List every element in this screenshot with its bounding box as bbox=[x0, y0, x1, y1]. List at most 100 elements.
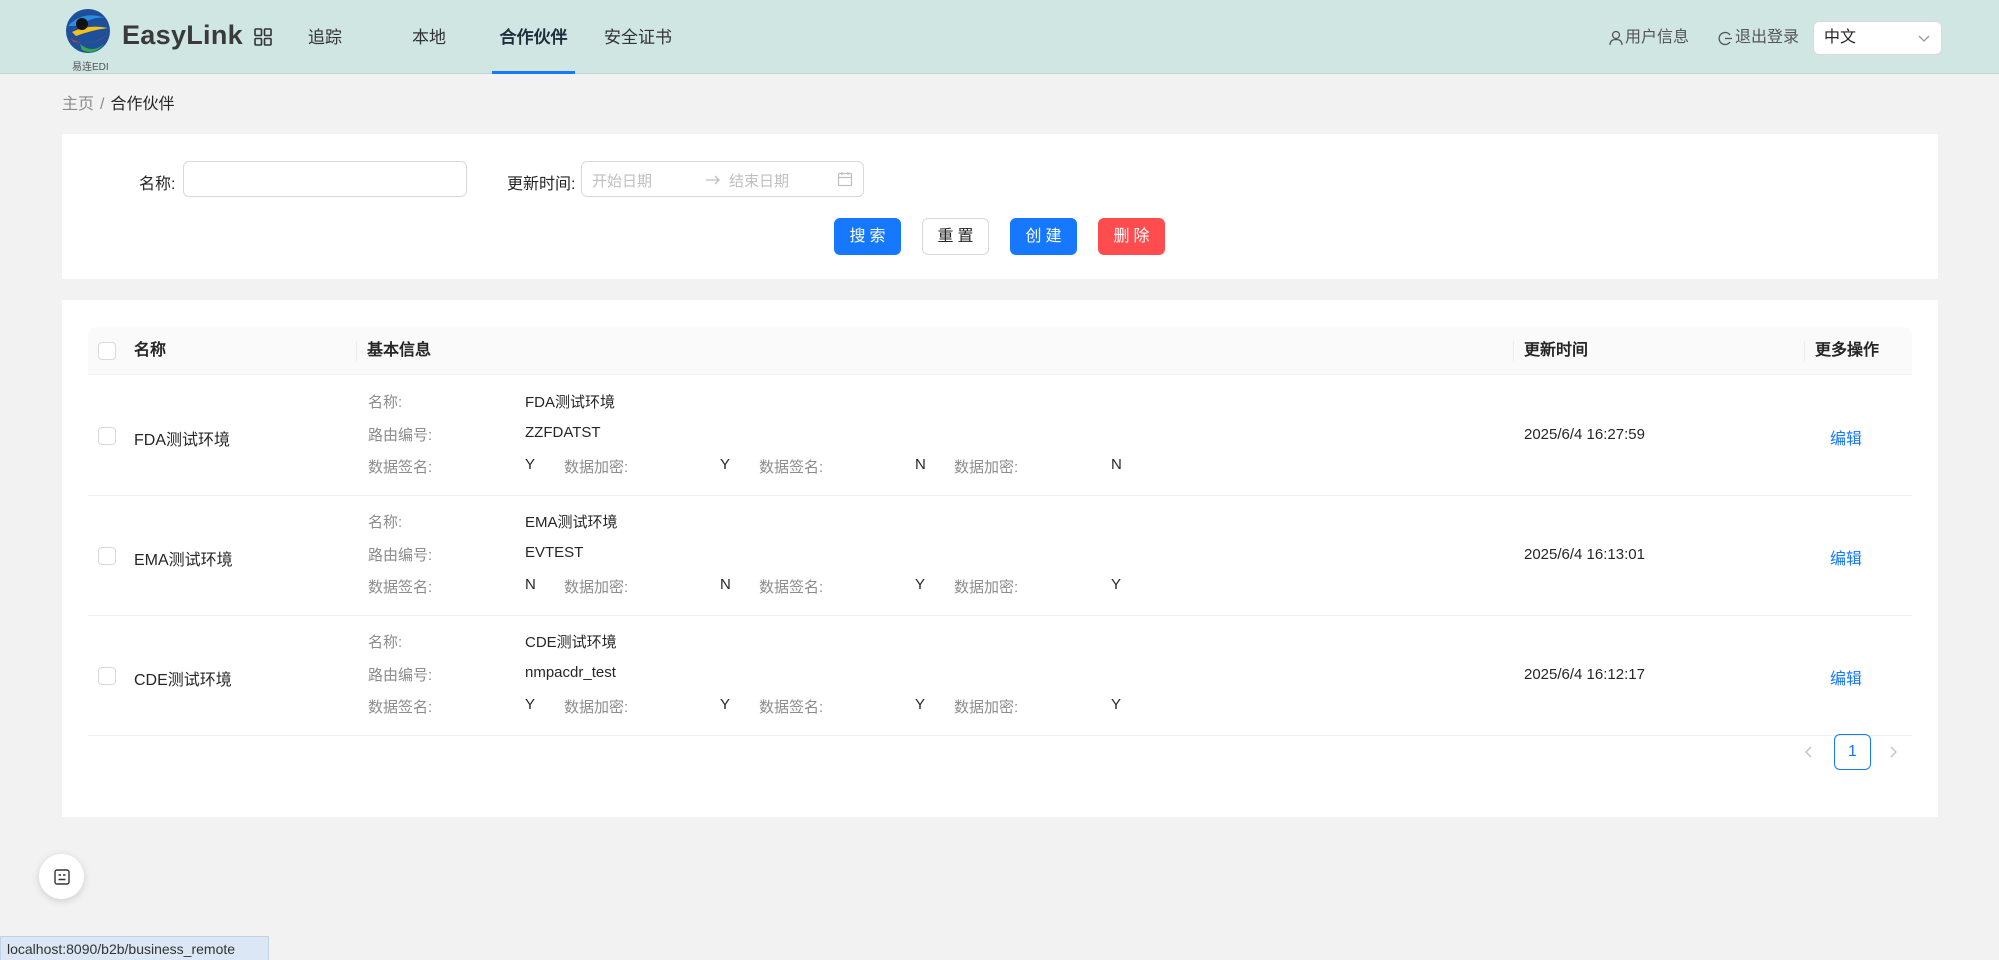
info-encrypt-label: 数据加密: bbox=[954, 699, 1019, 716]
info-sign-value: Y bbox=[525, 456, 536, 473]
nav-partners[interactable]: 合作伙伴 bbox=[492, 0, 575, 74]
info-encrypt-value: N bbox=[720, 576, 731, 593]
nav-local[interactable]: 本地 bbox=[404, 0, 454, 74]
top-header: EasyLink 易连EDI 追踪 本地 合作伙伴 安全证书 用户信息 退出登录… bbox=[0, 0, 1999, 74]
col-divider bbox=[356, 341, 357, 361]
partners-table-panel: 名称 基本信息 更新时间 更多操作 FDA测试环境 名称: FDA测试环境 路由… bbox=[62, 300, 1938, 817]
breadcrumb-separator: / bbox=[100, 96, 105, 113]
info-name-value: CDE测试环境 bbox=[525, 634, 617, 651]
active-nav-indicator bbox=[492, 71, 575, 74]
info-name-label: 名称: bbox=[368, 394, 403, 411]
chevron-down-icon bbox=[1918, 35, 1930, 42]
edit-link[interactable]: 编辑 bbox=[1830, 665, 1862, 689]
logout-link[interactable]: 退出登录 bbox=[1718, 28, 1799, 48]
table-row: CDE测试环境 名称: CDE测试环境 路由编号: nmpacdr_test 数… bbox=[88, 616, 1912, 736]
info-encrypt-value: N bbox=[1111, 456, 1122, 473]
info-sign-label: 数据签名: bbox=[759, 579, 824, 596]
row-update-time: 2025/6/4 16:12:17 bbox=[1524, 666, 1645, 683]
edit-link[interactable]: 编辑 bbox=[1830, 425, 1862, 449]
logout-label: 退出登录 bbox=[1735, 29, 1800, 46]
info-sign-value: Y bbox=[915, 696, 926, 713]
app-logo-text: EasyLink bbox=[122, 20, 243, 50]
date-range-picker[interactable]: 开始日期 结束日期 bbox=[581, 161, 864, 197]
row-name: EMA测试环境 bbox=[134, 552, 233, 569]
row-checkbox[interactable] bbox=[98, 427, 116, 445]
col-update-time-header: 更新时间 bbox=[1524, 342, 1589, 359]
breadcrumb-home[interactable]: 主页 bbox=[62, 96, 94, 113]
page-number-button[interactable]: 1 bbox=[1834, 734, 1871, 770]
user-info-link[interactable]: 用户信息 bbox=[1609, 28, 1689, 48]
info-route-label: 路由编号: bbox=[368, 427, 433, 444]
col-more-actions-header: 更多操作 bbox=[1815, 342, 1880, 359]
row-update-time: 2025/6/4 16:27:59 bbox=[1524, 426, 1645, 443]
end-date-placeholder[interactable]: 结束日期 bbox=[729, 170, 789, 191]
breadcrumb: 主页 / 合作伙伴 bbox=[62, 90, 174, 114]
language-select[interactable]: 中文 bbox=[1813, 21, 1942, 55]
user-info-label: 用户信息 bbox=[1625, 29, 1690, 46]
info-sign-label: 数据签名: bbox=[368, 459, 433, 476]
info-sign-label: 数据签名: bbox=[368, 579, 433, 596]
info-route-value: EVTEST bbox=[525, 544, 584, 561]
table-header: 名称 基本信息 更新时间 更多操作 bbox=[88, 327, 1912, 375]
reset-button[interactable]: 重置 bbox=[922, 218, 989, 255]
info-route-label: 路由编号: bbox=[368, 667, 433, 684]
col-divider bbox=[1804, 341, 1805, 361]
info-encrypt-label: 数据加密: bbox=[564, 579, 629, 596]
update-time-label: 更新时间: bbox=[507, 176, 576, 193]
info-sign-label: 数据签名: bbox=[368, 699, 433, 716]
row-update-time: 2025/6/4 16:13:01 bbox=[1524, 546, 1645, 563]
logo-subtext: 易连EDI bbox=[72, 62, 109, 73]
name-search-input[interactable] bbox=[183, 161, 467, 197]
search-button[interactable]: 搜索 bbox=[834, 218, 901, 255]
chevron-right-icon[interactable] bbox=[1886, 745, 1900, 759]
status-bar-url: localhost:8090/b2b/business_remote bbox=[0, 936, 269, 960]
row-name: FDA测试环境 bbox=[134, 432, 231, 449]
info-encrypt-label: 数据加密: bbox=[954, 579, 1019, 596]
delete-button[interactable]: 删除 bbox=[1098, 218, 1165, 255]
search-panel: 名称: 更新时间: 开始日期 结束日期 搜索 重置 创建 删除 bbox=[62, 134, 1938, 279]
info-encrypt-value: Y bbox=[1111, 696, 1122, 713]
start-date-placeholder[interactable]: 开始日期 bbox=[592, 170, 652, 191]
col-basic-info-header: 基本信息 bbox=[367, 342, 432, 359]
info-encrypt-label: 数据加密: bbox=[954, 459, 1019, 476]
info-sign-label: 数据签名: bbox=[759, 459, 824, 476]
info-encrypt-label: 数据加密: bbox=[564, 699, 629, 716]
info-sign-value: Y bbox=[915, 576, 926, 593]
assistant-float-button[interactable] bbox=[39, 854, 84, 899]
info-sign-value: Y bbox=[525, 696, 536, 713]
info-name-value: EMA测试环境 bbox=[525, 514, 618, 531]
chevron-left-icon[interactable] bbox=[1802, 745, 1816, 759]
name-label: 名称: bbox=[139, 176, 176, 193]
info-encrypt-value: Y bbox=[720, 696, 731, 713]
info-name-label: 名称: bbox=[368, 514, 403, 531]
row-checkbox[interactable] bbox=[98, 547, 116, 565]
col-divider bbox=[1513, 341, 1514, 361]
calendar-icon bbox=[837, 172, 853, 187]
row-name: CDE测试环境 bbox=[134, 672, 232, 689]
row-checkbox[interactable] bbox=[98, 667, 116, 685]
breadcrumb-current: 合作伙伴 bbox=[110, 96, 175, 113]
edit-link[interactable]: 编辑 bbox=[1830, 545, 1862, 569]
nav-tracking[interactable]: 追踪 bbox=[300, 0, 350, 74]
logout-icon bbox=[1718, 31, 1732, 45]
info-route-value: nmpacdr_test bbox=[525, 664, 616, 681]
info-route-value: ZZFDATST bbox=[525, 424, 601, 441]
create-button[interactable]: 创建 bbox=[1010, 218, 1077, 255]
nav-certificates[interactable]: 安全证书 bbox=[603, 0, 673, 74]
table-row: EMA测试环境 名称: EMA测试环境 路由编号: EVTEST 数据签名: N… bbox=[88, 496, 1912, 616]
info-encrypt-value: Y bbox=[1111, 576, 1122, 593]
info-sign-value: N bbox=[915, 456, 926, 473]
info-sign-value: N bbox=[525, 576, 536, 593]
select-all-checkbox[interactable] bbox=[98, 342, 116, 360]
col-name-header: 名称 bbox=[134, 342, 167, 359]
info-name-value: FDA测试环境 bbox=[525, 394, 616, 411]
info-name-label: 名称: bbox=[368, 634, 403, 651]
info-encrypt-label: 数据加密: bbox=[564, 459, 629, 476]
info-sign-label: 数据签名: bbox=[759, 699, 824, 716]
grid-icon[interactable] bbox=[254, 28, 272, 46]
user-icon bbox=[1609, 30, 1623, 46]
arrow-right-icon bbox=[706, 175, 720, 185]
table-row: FDA测试环境 名称: FDA测试环境 路由编号: ZZFDATST 数据签名:… bbox=[88, 376, 1912, 496]
language-value: 中文 bbox=[1824, 29, 1857, 46]
info-route-label: 路由编号: bbox=[368, 547, 433, 564]
